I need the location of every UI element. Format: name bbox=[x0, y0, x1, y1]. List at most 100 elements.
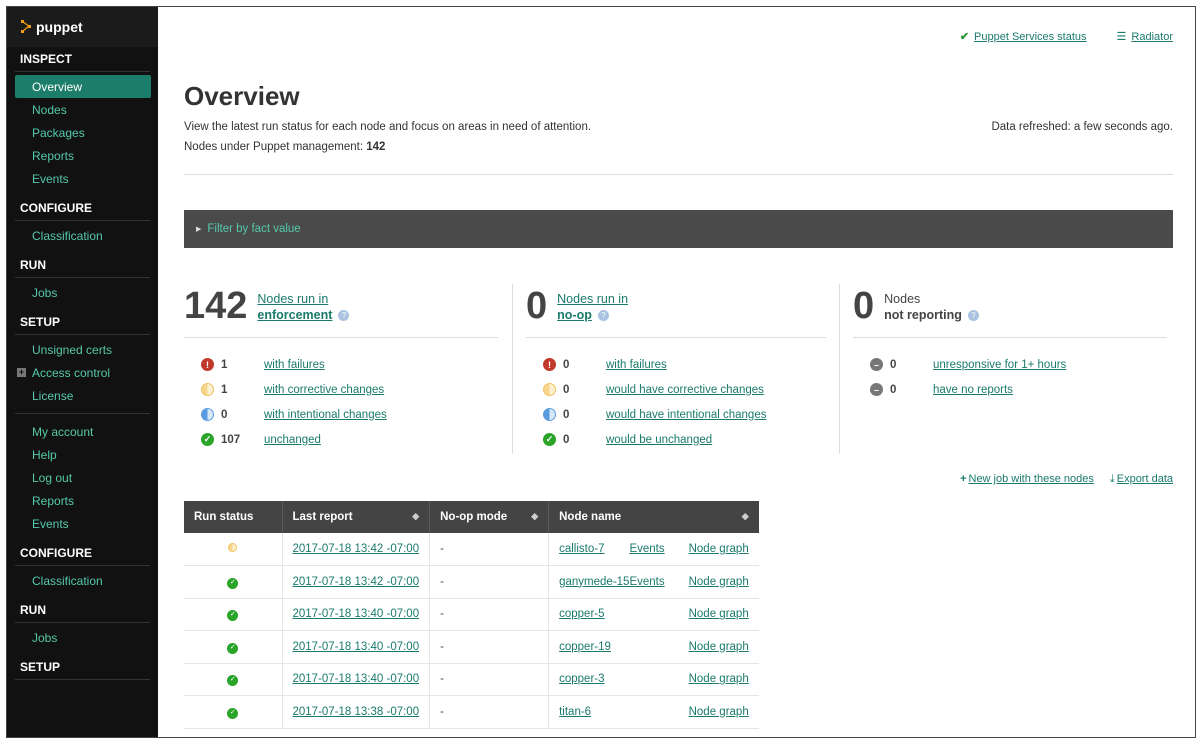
panel-title-line2: no-op? bbox=[557, 307, 628, 323]
sidebar-item-overview[interactable]: Overview bbox=[15, 75, 151, 98]
sidebar-item-nodes[interactable]: Nodes bbox=[7, 98, 158, 121]
noop-mode-cell: - bbox=[429, 598, 550, 631]
corrective-change-icon bbox=[201, 383, 214, 396]
radiator-link[interactable]: ☰ Radiator bbox=[1117, 30, 1173, 43]
panel-enforcement: 142 Nodes run in enforcement?! 1 with failur… bbox=[184, 284, 498, 454]
panel-link[interactable]: Nodes run in bbox=[257, 292, 328, 306]
status-link[interactable]: would be unchanged bbox=[606, 434, 712, 446]
panel-headline: 142 Nodes run in enforcement? bbox=[184, 284, 498, 338]
table-row: ✓ 2017-07-18 13:38 -07:00- titan-6 Node gra… bbox=[184, 695, 759, 729]
last-report-link[interactable]: 2017-07-18 13:40 -07:00 bbox=[293, 641, 420, 653]
panel-rows: ! 1 with failures 1 with corrective changes 0… bbox=[184, 338, 498, 452]
sidebar-item-label: My account bbox=[32, 424, 94, 439]
main-content: ✔ Puppet Services status ☰ Radiator Overvi… bbox=[158, 7, 1195, 737]
help-icon[interactable]: ? bbox=[597, 310, 609, 322]
sidebar-item-reports[interactable]: Reports bbox=[7, 489, 158, 512]
new-job-button[interactable]: + New job with these nodes bbox=[960, 473, 1094, 486]
status-link[interactable]: unchanged bbox=[264, 434, 321, 446]
col-run-status[interactable]: Run status bbox=[184, 501, 283, 533]
col-last-report[interactable]: Last report ◆ bbox=[282, 501, 431, 533]
status-link[interactable]: would have corrective changes bbox=[606, 384, 764, 396]
table-row: 2017-07-18 13:42 -07:00- callisto-7 Events… bbox=[184, 533, 759, 566]
status-link[interactable]: unresponsive for 1+ hours bbox=[933, 359, 1066, 371]
node-graph-link[interactable]: Node graph bbox=[689, 673, 749, 685]
table-row: ✓ 2017-07-18 13:40 -07:00- copper-3 Node gr… bbox=[184, 663, 759, 696]
node-name-wrap: copper-19 Node graph bbox=[559, 641, 749, 653]
sort-icon[interactable]: ◆ bbox=[412, 511, 419, 522]
col-noop-mode[interactable]: No-op mode ◆ bbox=[429, 501, 550, 533]
nav-section-title: CONFIGURE bbox=[20, 546, 92, 560]
sidebar-item-events[interactable]: Events bbox=[7, 512, 158, 535]
intentional-change-icon bbox=[543, 408, 556, 421]
last-report-cell: 2017-07-18 13:40 -07:00 bbox=[282, 630, 431, 664]
node-graph-link[interactable]: Node graph bbox=[689, 706, 749, 718]
events-link[interactable]: Events bbox=[629, 543, 664, 555]
sidebar-item-reports[interactable]: Reports bbox=[7, 144, 158, 167]
last-report-link[interactable]: 2017-07-18 13:38 -07:00 bbox=[293, 706, 420, 718]
sort-icon[interactable]: ◆ bbox=[742, 511, 749, 522]
status-link[interactable]: would have intentional changes bbox=[606, 409, 766, 421]
panel-link[interactable]: no-op bbox=[557, 308, 592, 322]
services-status-link[interactable]: ✔ Puppet Services status bbox=[960, 30, 1087, 43]
sidebar-item-packages[interactable]: Packages bbox=[7, 121, 158, 144]
status-row: –0 unresponsive for 1+ hours bbox=[853, 352, 1167, 377]
node-graph-link[interactable]: Node graph bbox=[689, 608, 749, 620]
node-graph-link[interactable]: Node graph bbox=[689, 543, 749, 555]
sidebar-item-help[interactable]: Help bbox=[7, 443, 158, 466]
panel-headline: 0 Nodes not reporting? bbox=[853, 284, 1167, 338]
node-name-link[interactable]: copper-19 bbox=[559, 641, 611, 653]
node-actions: Node graph bbox=[689, 673, 749, 685]
expand-icon[interactable]: + bbox=[17, 368, 26, 377]
panel-link[interactable]: Nodes run in bbox=[557, 292, 628, 306]
status-row: ✓ 0 would be unchanged bbox=[526, 427, 826, 452]
sidebar-item-log-out[interactable]: Log out bbox=[7, 466, 158, 489]
sidebar-item-access-control[interactable]: + Access control bbox=[7, 361, 158, 384]
last-report-link[interactable]: 2017-07-18 13:42 -07:00 bbox=[293, 543, 420, 555]
corrective-change-icon bbox=[228, 543, 238, 552]
node-name-link[interactable]: copper-3 bbox=[559, 673, 604, 685]
help-icon[interactable]: ? bbox=[967, 310, 979, 322]
panel-count: 0 bbox=[526, 285, 548, 327]
sidebar-item-license[interactable]: License bbox=[7, 384, 158, 407]
sort-icon[interactable]: ◆ bbox=[531, 511, 538, 522]
sidebar-item-my-account[interactable]: My account bbox=[7, 420, 158, 443]
brand-logo[interactable]: puppet bbox=[7, 7, 158, 47]
status-link[interactable]: have no reports bbox=[933, 384, 1013, 396]
panel-link[interactable]: enforcement bbox=[257, 308, 332, 322]
col-node-name[interactable]: Node name ◆ bbox=[548, 501, 759, 533]
node-name-link[interactable]: titan-6 bbox=[559, 706, 591, 718]
node-actions: Events Node graph bbox=[629, 543, 748, 555]
node-name-link[interactable]: ganymede-15 bbox=[559, 576, 629, 588]
error-icon: ! bbox=[201, 358, 214, 371]
sidebar-item-events[interactable]: Events bbox=[7, 167, 158, 190]
help-icon[interactable]: ? bbox=[338, 310, 350, 322]
run-status-cell: ✓ bbox=[184, 630, 283, 664]
events-link[interactable]: Events bbox=[629, 576, 664, 588]
node-name-cell: copper-3 Node graph bbox=[548, 663, 759, 696]
sidebar-item-label: Overview bbox=[32, 79, 83, 94]
status-link[interactable]: with failures bbox=[606, 359, 667, 371]
status-link[interactable]: with corrective changes bbox=[264, 384, 384, 396]
sidebar-item-jobs[interactable]: Jobs bbox=[7, 281, 158, 304]
node-graph-link[interactable]: Node graph bbox=[689, 576, 749, 588]
panel-title-line2: enforcement? bbox=[257, 307, 350, 323]
sidebar-item-classification[interactable]: Classification bbox=[7, 224, 158, 247]
sidebar-item-jobs[interactable]: Jobs bbox=[7, 626, 158, 649]
table-body: 2017-07-18 13:42 -07:00- callisto-7 Events… bbox=[184, 533, 759, 729]
last-report-link[interactable]: 2017-07-18 13:42 -07:00 bbox=[293, 576, 420, 588]
last-report-link[interactable]: 2017-07-18 13:40 -07:00 bbox=[293, 673, 420, 685]
node-graph-link[interactable]: Node graph bbox=[689, 641, 749, 653]
last-report-link[interactable]: 2017-07-18 13:40 -07:00 bbox=[293, 608, 420, 620]
data-refreshed: Data refreshed: a few seconds ago. bbox=[991, 121, 1173, 133]
node-name-link[interactable]: callisto-7 bbox=[559, 543, 604, 555]
sidebar-item-unsigned-certs[interactable]: Unsigned certs bbox=[7, 338, 158, 361]
check-icon: ✔ bbox=[959, 31, 970, 43]
sidebar-item-classification[interactable]: Classification bbox=[7, 569, 158, 592]
nav-section-header: SETUP bbox=[15, 310, 150, 335]
status-link[interactable]: with failures bbox=[264, 359, 325, 371]
filter-by-fact-toggle[interactable]: ▶ Filter by fact value bbox=[184, 210, 1173, 248]
status-link[interactable]: with intentional changes bbox=[264, 409, 387, 421]
export-data-button[interactable]: ⤓ Export data bbox=[1110, 473, 1173, 486]
noop-mode-cell: - bbox=[429, 630, 550, 664]
node-name-link[interactable]: copper-5 bbox=[559, 608, 604, 620]
